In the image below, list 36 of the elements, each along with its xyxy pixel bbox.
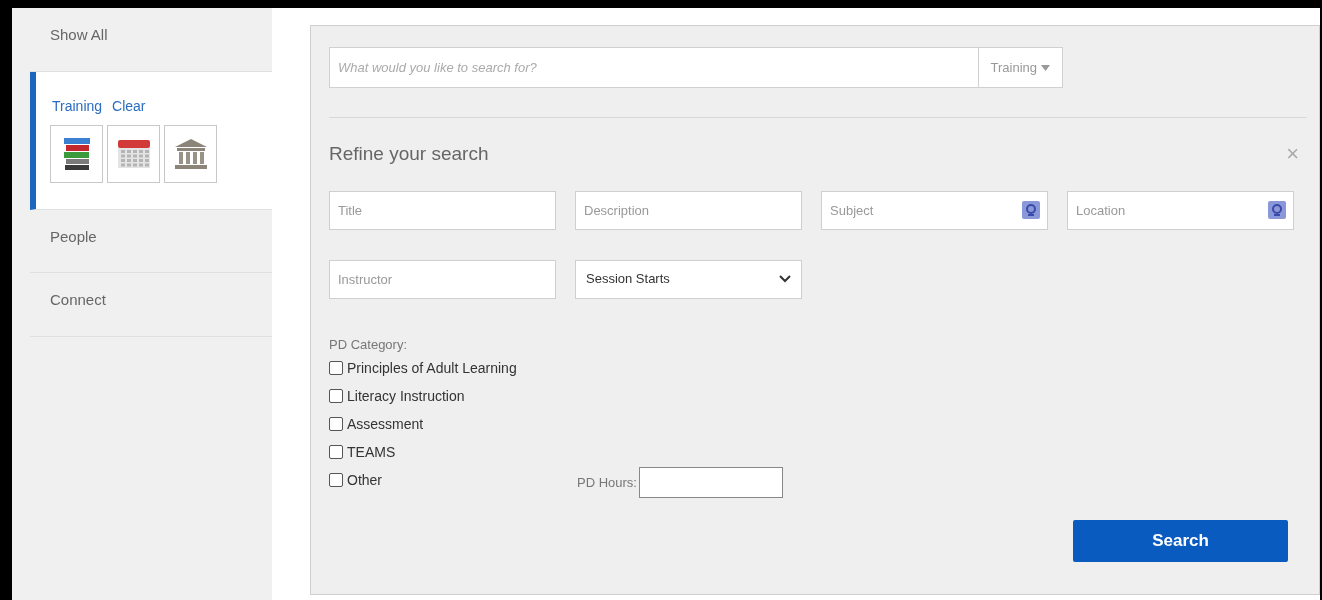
- sidebar-item[interactable]: Show All: [30, 8, 272, 72]
- checkbox-label: Assessment: [347, 414, 424, 434]
- text-field[interactable]: Instructor: [329, 259, 556, 299]
- hours-label: PD Hours:: [577, 473, 637, 492]
- books-button[interactable]: [50, 124, 103, 183]
- caret-icon: [1041, 64, 1050, 71]
- session-select[interactable]: Session Starts: [575, 259, 802, 299]
- scope-dropdown[interactable]: Training: [978, 47, 1063, 88]
- text-field[interactable]: Title: [329, 190, 556, 230]
- checkbox[interactable]: [329, 417, 343, 431]
- lookup-field[interactable]: Location: [1067, 190, 1294, 230]
- checkbox[interactable]: [329, 445, 343, 459]
- category-label: PD Category:: [329, 335, 409, 354]
- checkbox-label: TEAMS: [347, 442, 396, 462]
- checkbox[interactable]: [329, 473, 343, 487]
- checkbox-label: Literacy Instruction: [347, 386, 465, 406]
- lookup-field[interactable]: Subject: [821, 190, 1048, 230]
- checkbox[interactable]: [329, 361, 343, 375]
- search-field[interactable]: What would you like to search for?: [329, 47, 979, 88]
- checkbox[interactable]: [329, 389, 343, 403]
- building-button[interactable]: [164, 124, 217, 183]
- text-field[interactable]: Description: [575, 190, 802, 230]
- checkbox-label: Principles of Adult Learning: [347, 358, 517, 378]
- calendar-icon: [116, 137, 151, 170]
- sidebar-item[interactable]: People: [30, 209, 272, 273]
- chevron-down-icon: [779, 275, 791, 283]
- checkbox-label: Other: [347, 470, 382, 490]
- filter-title[interactable]: Training: [52, 95, 103, 117]
- hours-field[interactable]: [638, 467, 783, 498]
- clear-link[interactable]: Clear: [112, 95, 146, 117]
- refine-title: Refine your search: [329, 142, 489, 166]
- sidebar-item[interactable]: Connect: [30, 273, 272, 337]
- calendar-button[interactable]: [107, 124, 160, 183]
- books-icon: [62, 135, 91, 172]
- building-icon: [173, 137, 208, 170]
- search-button[interactable]: Search: [1073, 520, 1288, 562]
